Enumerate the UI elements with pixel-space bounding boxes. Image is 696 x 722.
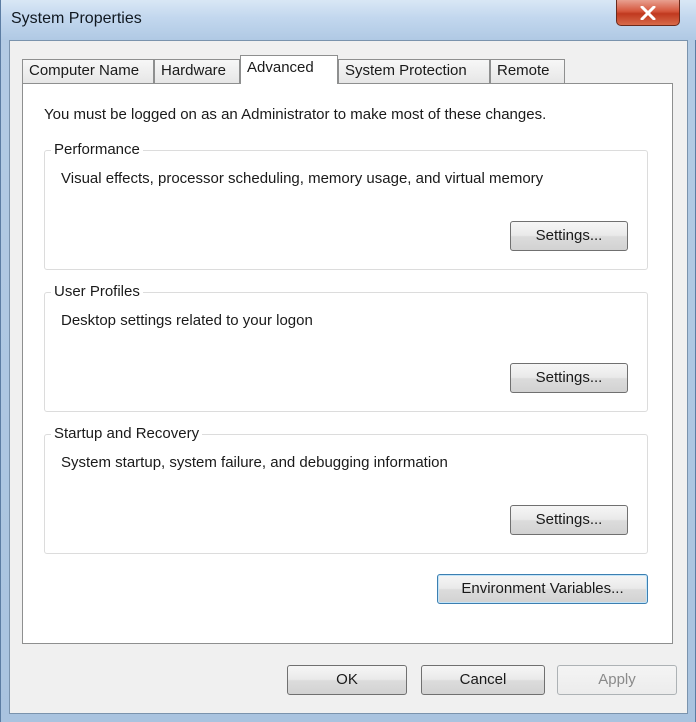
tab-advanced[interactable]: Advanced bbox=[240, 55, 338, 84]
close-icon bbox=[640, 5, 656, 20]
user-profiles-group-title: User Profiles bbox=[51, 283, 143, 301]
startup-recovery-description: System startup, system failure, and debu… bbox=[61, 454, 448, 471]
advanced-tab-panel: You must be logged on as an Administrato… bbox=[22, 83, 673, 644]
close-button[interactable] bbox=[616, 0, 680, 26]
tab-computer-name[interactable]: Computer Name bbox=[22, 59, 154, 83]
performance-group-title: Performance bbox=[51, 141, 143, 159]
cancel-button[interactable]: Cancel bbox=[421, 665, 545, 695]
startup-recovery-settings-button[interactable]: Settings... bbox=[510, 505, 628, 535]
environment-variables-button[interactable]: Environment Variables... bbox=[437, 574, 648, 604]
tab-remote[interactable]: Remote bbox=[490, 59, 565, 83]
tab-hardware[interactable]: Hardware bbox=[154, 59, 240, 83]
dialog-client-area: Computer Name Hardware Advanced System P… bbox=[9, 40, 688, 714]
performance-description: Visual effects, processor scheduling, me… bbox=[61, 170, 544, 187]
startup-recovery-group-title: Startup and Recovery bbox=[51, 425, 203, 443]
startup-recovery-group: Startup and Recovery System startup, sys… bbox=[44, 425, 648, 554]
user-profiles-group: User Profiles Desktop settings related t… bbox=[44, 283, 648, 412]
performance-settings-button[interactable]: Settings... bbox=[510, 221, 628, 251]
apply-button[interactable]: Apply bbox=[557, 665, 677, 695]
ok-button[interactable]: OK bbox=[287, 665, 407, 695]
user-profiles-description: Desktop settings related to your logon bbox=[61, 312, 313, 329]
window-title: System Properties bbox=[11, 10, 142, 27]
system-properties-window: System Properties Computer Name Hardware… bbox=[0, 0, 696, 722]
performance-group: Performance Visual effects, processor sc… bbox=[44, 141, 648, 270]
title-bar[interactable]: System Properties bbox=[1, 0, 696, 40]
user-profiles-settings-button[interactable]: Settings... bbox=[510, 363, 628, 393]
administrator-notice: You must be logged on as an Administrato… bbox=[44, 106, 547, 123]
tab-system-protection[interactable]: System Protection bbox=[338, 59, 490, 83]
